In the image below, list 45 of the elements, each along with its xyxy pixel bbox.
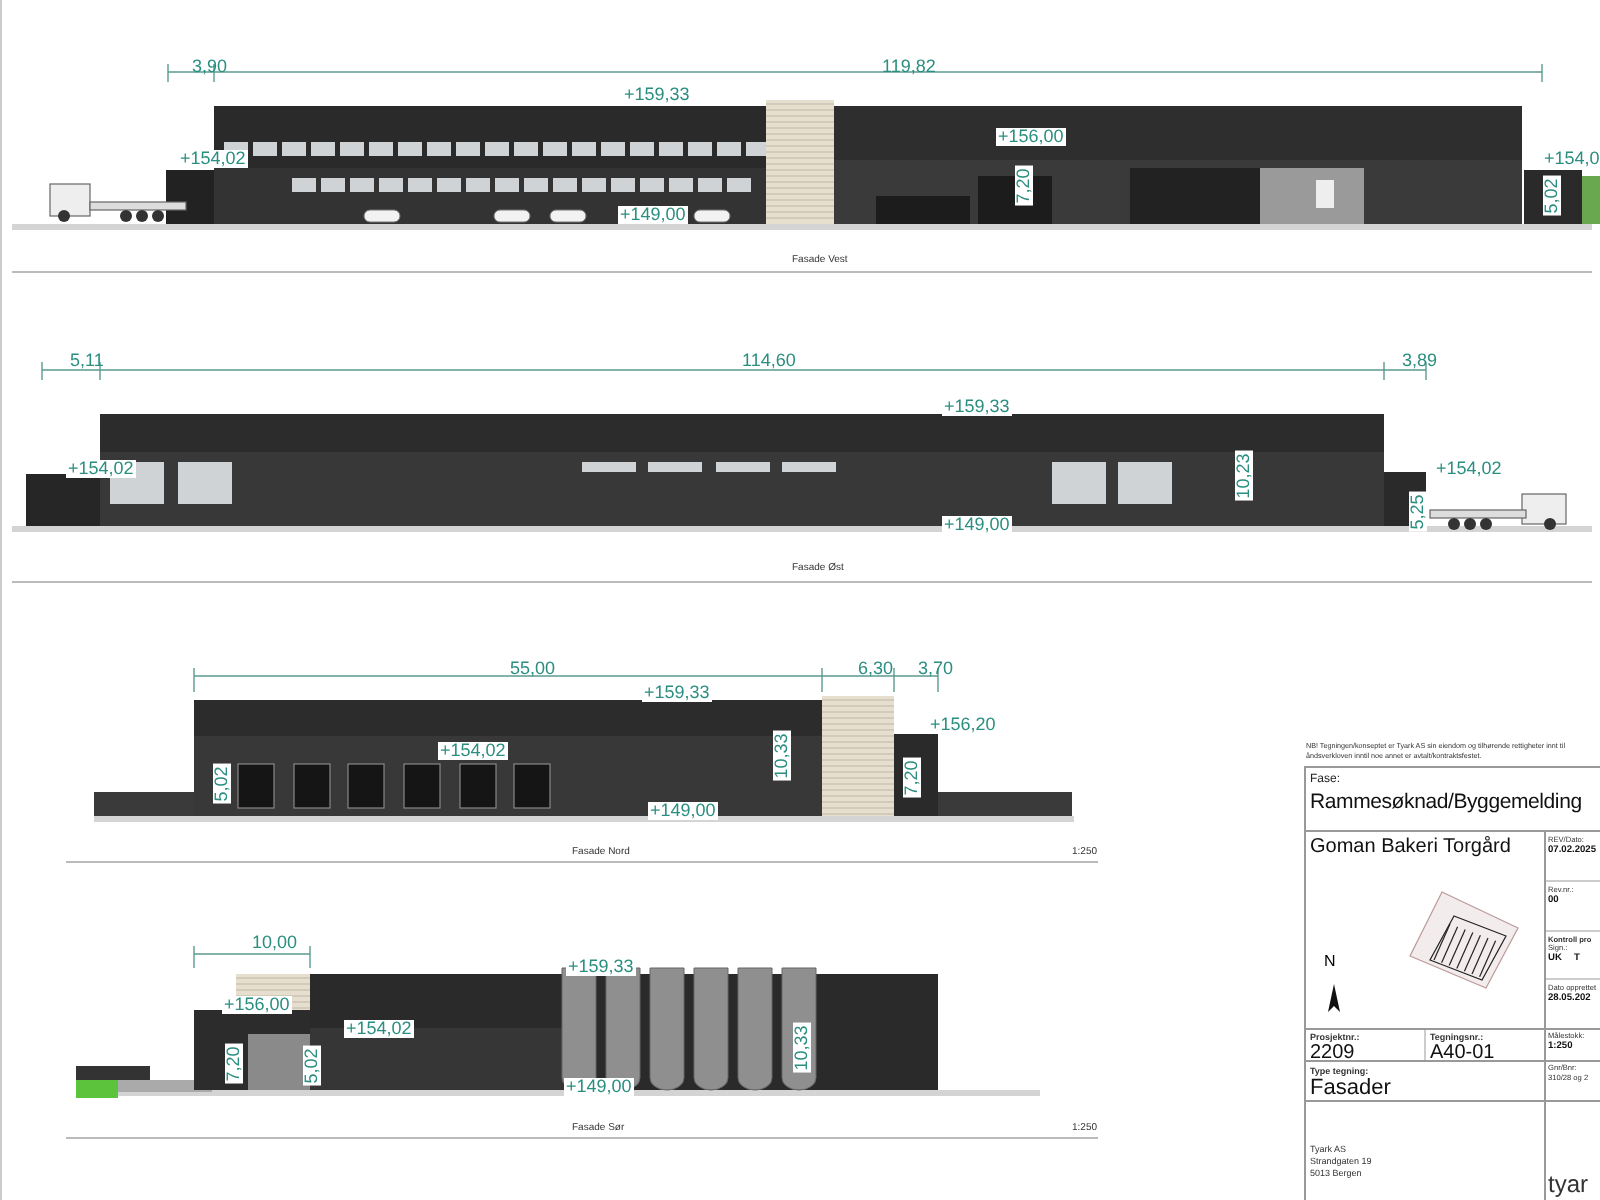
elevation-label: +149,00 — [942, 516, 1012, 534]
elevation-label: +156,20 — [928, 716, 998, 734]
elevation-label: +156,00 — [996, 128, 1066, 146]
north-label: N — [1324, 952, 1336, 970]
field-value: A40-01 — [1430, 1043, 1497, 1064]
elevation-label: +149,00 — [618, 206, 688, 224]
elevation-label: +154,02 — [1434, 460, 1504, 478]
elevation-label: +154,0 — [1542, 150, 1600, 168]
dimension-value: 10,00 — [252, 934, 298, 952]
dimension-value: 3,70 — [918, 660, 954, 678]
elevation-label: +159,33 — [566, 958, 636, 976]
elevation-label: +154,02 — [344, 1020, 414, 1038]
dimension-value: 5,11 — [70, 352, 104, 370]
height-label: 7,20 — [903, 758, 921, 798]
field-value: 2209 — [1310, 1043, 1355, 1064]
height-label: 10,23 — [1235, 451, 1253, 501]
phase-value: Rammesøknad/Byggemelding — [1310, 790, 1584, 814]
elevation-label: +159,33 — [942, 398, 1012, 416]
elevation-label: +156,00 — [222, 996, 292, 1014]
height-label: 10,33 — [773, 731, 791, 781]
dimension-value: 55,00 — [510, 660, 556, 678]
height-label: 5,02 — [213, 764, 231, 804]
elevation-label: +159,33 — [642, 684, 712, 702]
dimension-value: 114,60 — [742, 352, 796, 370]
dimension-value: 3,89 — [1402, 352, 1438, 370]
elevation-label: +149,00 — [648, 802, 718, 820]
dimension-value: 3,90 — [192, 58, 228, 76]
height-label: 5,25 — [1409, 492, 1427, 532]
height-label: 7,20 — [225, 1044, 243, 1084]
elevation-label: +154,02 — [438, 742, 508, 760]
company-logo: tyar — [1548, 1171, 1591, 1198]
site-plan-drawing — [1406, 888, 1522, 992]
height-label: 5,02 — [1543, 176, 1561, 216]
north-arrow-icon — [1328, 984, 1340, 1012]
elevation-label: +154,02 — [178, 150, 248, 168]
project-name: Goman Bakeri Torgård — [1310, 836, 1513, 858]
elevation-label: +159,33 — [622, 86, 692, 104]
field-value: Fasader — [1310, 1077, 1393, 1100]
dimension-value: 119,82 — [882, 58, 936, 76]
height-label: 5,02 — [303, 1046, 321, 1086]
height-label: 10,33 — [793, 1023, 811, 1073]
dimension-value: 6,30 — [858, 660, 894, 678]
elevation-label: +149,00 — [564, 1078, 634, 1096]
elevation-label: +154,02 — [66, 460, 136, 478]
height-label: 7,20 — [1015, 166, 1033, 206]
